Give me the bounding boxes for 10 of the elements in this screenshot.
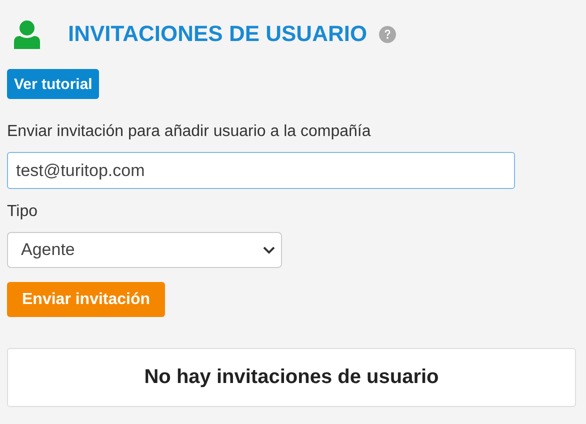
user-icon xyxy=(14,20,40,48)
chevron-down-icon xyxy=(263,246,275,254)
help-icon[interactable] xyxy=(379,26,396,42)
type-label: Tipo xyxy=(7,203,38,221)
email-field[interactable]: test@turitop.com xyxy=(7,152,515,189)
page-title: INVITACIONES DE USUARIO xyxy=(68,21,368,47)
invite-label: Enviar invitación para añadir usuario a la compañía xyxy=(7,123,371,141)
empty-message: No hay invitaciones de usuario xyxy=(144,366,439,389)
tutorial-button[interactable]: Ver tutorial xyxy=(7,69,100,99)
type-select[interactable]: Agente xyxy=(7,232,282,268)
